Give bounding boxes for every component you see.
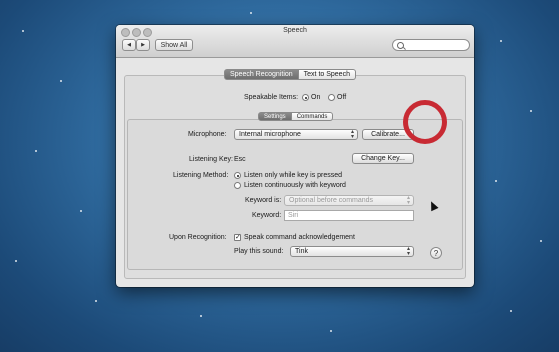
popup-arrows-icon: ▴ ▾	[350, 129, 354, 140]
popup-arrows-icon: ▴ ▾	[406, 246, 410, 257]
keyword-is-popup[interactable]: Optional before commands ▴ ▾	[284, 195, 414, 206]
speakable-off-radio[interactable]	[328, 94, 335, 101]
tab-commands[interactable]: Commands	[291, 112, 334, 121]
star	[530, 110, 532, 112]
forward-arrow-icon: ▶	[141, 42, 145, 48]
main-tabs: Speech Recognition Text to Speech	[224, 69, 356, 80]
star	[200, 315, 202, 317]
star	[35, 150, 37, 152]
speakable-items-label: Speakable Items:	[244, 94, 299, 101]
keyword-field[interactable]: Siri	[284, 210, 414, 221]
microphone-popup[interactable]: Internal microphone ▴ ▾	[234, 129, 358, 140]
forward-button[interactable]: ▶	[136, 39, 150, 51]
keyword-is-label: Keyword is:	[245, 197, 282, 204]
highlight-annotation-ring	[403, 100, 447, 144]
speakable-on-label: On	[311, 94, 321, 101]
speak-acknowledgement-label: Speak command acknowledgement	[244, 234, 355, 241]
star	[510, 310, 512, 312]
search-icon	[397, 42, 404, 49]
play-sound-label: Play this sound:	[234, 248, 284, 255]
listen-continuously-radio[interactable]	[234, 182, 241, 189]
tab-text-to-speech[interactable]: Text to Speech	[298, 69, 356, 80]
speech-preferences-window: Speech ◀ ▶ Show All Speech Recognition T…	[116, 25, 474, 287]
listen-while-pressed-radio[interactable]	[234, 172, 241, 179]
play-sound-popup[interactable]: Tink ▴ ▾	[290, 246, 414, 257]
sub-tabs: Settings Commands	[258, 112, 334, 121]
listening-key-value: Esc	[234, 156, 246, 163]
listen-continuously-label: Listen continuously with keyword	[244, 182, 346, 189]
tab-speech-recognition[interactable]: Speech Recognition	[224, 69, 299, 80]
star	[80, 210, 82, 212]
star	[60, 80, 62, 82]
keyword-label: Keyword:	[252, 212, 282, 219]
listen-while-pressed-label: Listen only while key is pressed	[244, 172, 343, 179]
microphone-value: Internal microphone	[239, 131, 301, 138]
window-title: Speech	[283, 27, 307, 34]
show-all-button[interactable]: Show All	[155, 39, 193, 51]
listening-key-label: Listening Key:	[189, 156, 233, 163]
microphone-label: Microphone:	[188, 131, 227, 138]
keyword-value: Siri	[288, 212, 299, 219]
back-arrow-icon: ◀	[127, 42, 131, 48]
popup-arrows-icon: ▴ ▾	[406, 195, 410, 206]
play-sound-value: Tink	[295, 248, 308, 255]
star	[330, 330, 332, 332]
change-key-button[interactable]: Change Key...	[352, 153, 414, 164]
star	[495, 180, 497, 182]
listening-method-label: Listening Method:	[173, 172, 229, 179]
speakable-off-label: Off	[337, 94, 347, 101]
help-button[interactable]: ?	[430, 247, 442, 259]
star	[540, 240, 542, 242]
speakable-on-radio[interactable]	[302, 94, 309, 101]
upon-recognition-label: Upon Recognition:	[169, 234, 227, 241]
keyword-is-value: Optional before commands	[289, 197, 374, 204]
star	[500, 40, 502, 42]
speak-acknowledgement-checkbox[interactable]: ✓	[234, 234, 241, 241]
search-field[interactable]	[392, 39, 470, 51]
back-button[interactable]: ◀	[122, 39, 136, 51]
star	[15, 260, 17, 262]
tab-settings[interactable]: Settings	[258, 112, 292, 121]
star	[95, 300, 97, 302]
title-bar: Speech ◀ ▶ Show All	[116, 25, 474, 58]
star	[22, 30, 24, 32]
star	[250, 12, 252, 14]
